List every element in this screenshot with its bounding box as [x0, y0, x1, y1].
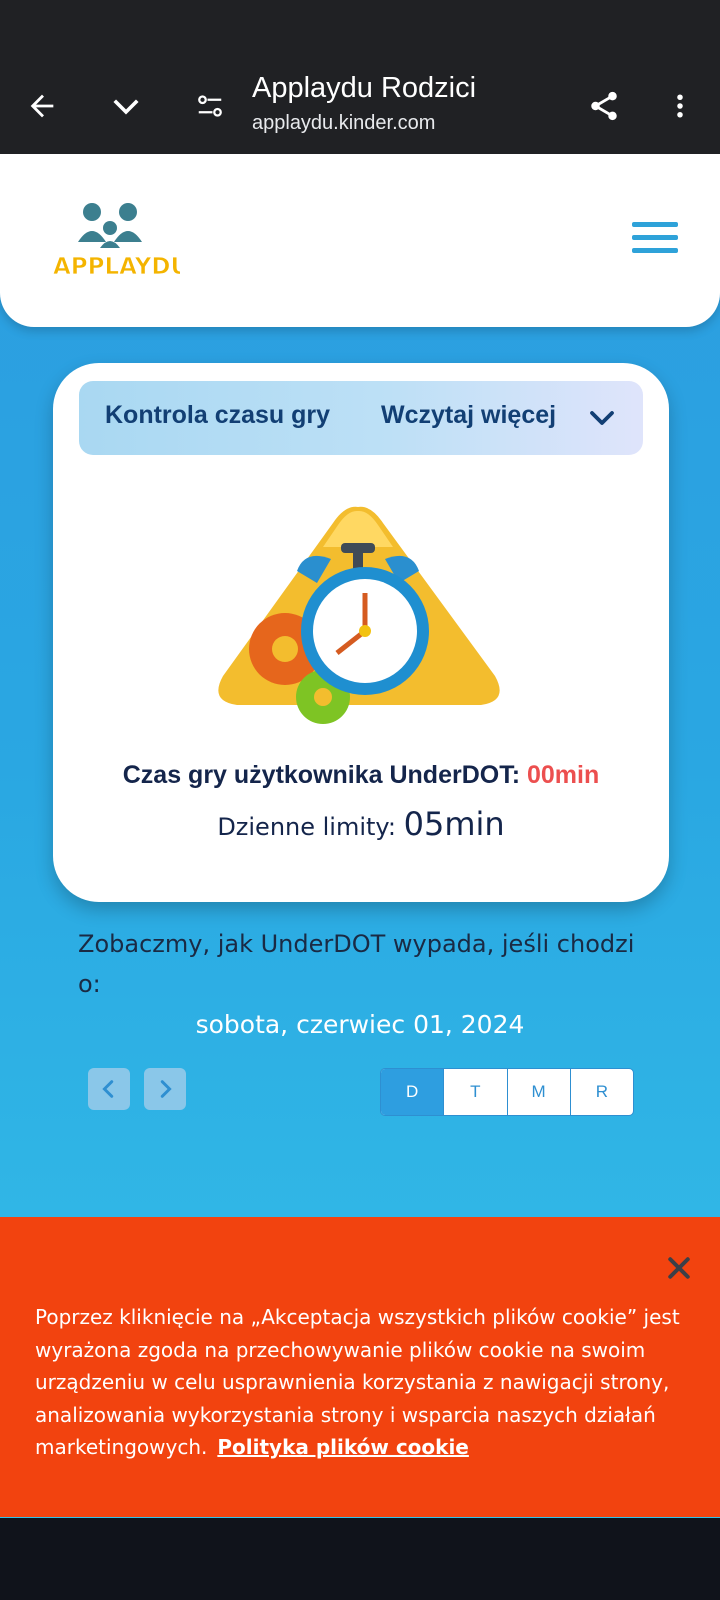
- chevron-down-icon[interactable]: [102, 82, 150, 130]
- site-header: APPLAYDU: [0, 154, 720, 327]
- cookie-consent-text: Poprzez kliknięcie na „Akceptacja wszyst…: [35, 1301, 695, 1464]
- system-navigation-bar: [0, 1518, 720, 1600]
- load-more-button[interactable]: Wczytaj więcej: [381, 401, 556, 430]
- daily-limit-summary: Dzienne limity: 05min: [53, 805, 669, 843]
- previous-date-button[interactable]: [88, 1068, 130, 1110]
- cookie-policy-link[interactable]: Polityka plików cookie: [217, 1435, 469, 1459]
- chevron-down-icon[interactable]: [587, 403, 617, 433]
- dropdown-label: Kontrola czasu gry: [105, 401, 331, 429]
- playtime-control-dropdown[interactable]: Kontrola czasu gry Wczytaj więcej: [79, 381, 643, 455]
- stopwatch-gears-icon: [218, 506, 500, 724]
- share-icon[interactable]: [580, 82, 628, 130]
- report-date: sobota, czerwiec 01, 2024: [195, 1010, 525, 1039]
- period-toggle-group: D T M R: [380, 1068, 634, 1116]
- period-year-button[interactable]: R: [571, 1069, 633, 1115]
- playtime-label: Czas gry użytkownika UnderDOT:: [122, 761, 527, 789]
- chevron-left-icon: [102, 1080, 114, 1098]
- hamburger-menu-icon[interactable]: [632, 220, 680, 256]
- browser-toolbar: Applaydu Rodzici applaydu.kinder.com: [0, 60, 720, 154]
- playtime-value: 00min: [526, 761, 600, 789]
- page-title[interactable]: Applaydu Rodzici: [252, 72, 476, 105]
- period-week-button[interactable]: T: [444, 1069, 508, 1115]
- period-month-button[interactable]: M: [508, 1069, 571, 1115]
- daily-limit-value: 05min: [403, 805, 505, 843]
- chevron-right-icon: [160, 1080, 172, 1098]
- status-bar: [0, 0, 720, 60]
- next-date-button[interactable]: [144, 1068, 186, 1110]
- playtime-card: Kontrola czasu gry Wczytaj więcej Czas g…: [53, 363, 669, 902]
- applaydu-logo[interactable]: APPLAYDU: [50, 198, 180, 284]
- tune-icon[interactable]: [186, 82, 234, 130]
- playtime-summary: Czas gry użytkownika UnderDOT: 00min: [53, 761, 669, 790]
- logo-wordmark: APPLAYDU: [53, 254, 180, 280]
- daily-limit-label: Dzienne limity:: [217, 813, 404, 841]
- period-day-button[interactable]: D: [381, 1069, 445, 1115]
- more-vert-icon[interactable]: [656, 82, 704, 130]
- arrow-back-icon[interactable]: [18, 82, 66, 130]
- close-icon[interactable]: [664, 1253, 694, 1283]
- cookie-banner: Poprzez kliknięcie na „Akceptacja wszyst…: [0, 1217, 720, 1517]
- report-intro-text: Zobaczmy, jak UnderDOT wypada, jeśli cho…: [78, 930, 635, 998]
- page-url[interactable]: applaydu.kinder.com: [252, 112, 435, 135]
